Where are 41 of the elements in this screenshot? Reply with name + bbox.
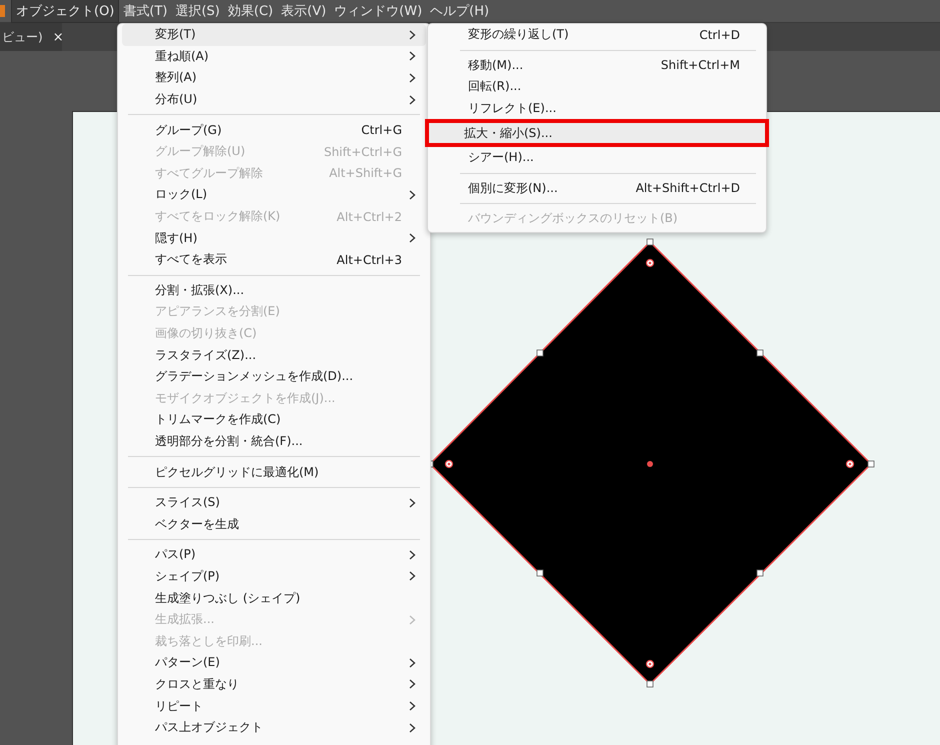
menu-item[interactable]: ラスタライズ(Z)... [122, 344, 426, 366]
menu-item[interactable]: 重ね順(A) [122, 46, 426, 68]
menu-item[interactable]: すべてを表示 Alt+Ctrl+3 [122, 248, 426, 271]
menu-item[interactable]: パターン(E) [122, 652, 426, 674]
menu-item[interactable]: 変形(T) [122, 24, 426, 46]
menu-item[interactable]: シェイプ(P) [122, 566, 426, 588]
menu-item[interactable]: 分割・拡張(X)... [122, 280, 426, 302]
menu-item[interactable]: ピクセルグリッドに最適化(M) [122, 461, 426, 483]
menu-bar-item[interactable]: ウィンドウ(W) [330, 0, 426, 22]
menu-bar-item[interactable]: 選択(S) [171, 0, 224, 22]
menu-item[interactable]: パス(P) [122, 544, 426, 566]
menu-bar-item[interactable]: 表示(V) [277, 0, 330, 22]
menu-item[interactable]: 回転(R)... [432, 76, 762, 98]
document-tab-title: ビュー) [2, 28, 43, 46]
menu-item[interactable]: シアー(H)... [432, 146, 762, 169]
menu-bar-item[interactable]: ヘルプ(H) [426, 0, 494, 22]
menu-item[interactable]: グループ(G) Ctrl+G [122, 119, 426, 141]
menu-item[interactable]: 拡大・縮小(S)... [428, 122, 766, 144]
menu-item[interactable]: パス上オブジェクト [122, 716, 426, 738]
menu-item[interactable]: 分布(U) [122, 88, 426, 110]
close-button[interactable]: × [52, 30, 64, 44]
menu-item[interactable]: 変形の繰り返し(T) Ctrl+D [432, 24, 762, 46]
menu-item[interactable]: ベクターを生成 [122, 513, 426, 536]
menu-item[interactable]: クロスと重なり [122, 674, 426, 696]
menu-item[interactable]: ロック(L) [122, 184, 426, 206]
menu-item[interactable]: 個別に変形(N)... Alt+Shift+Ctrl+D [432, 178, 762, 200]
document-tab[interactable]: ビュー) × [0, 23, 62, 51]
menu-bar-item[interactable]: オブジェクト(O) [11, 0, 120, 23]
menu-item[interactable]: 整列(A) [122, 67, 426, 89]
menu-item[interactable]: グラデーションメッシュを作成(D)... [122, 366, 426, 388]
menu-item[interactable]: リフレクト(E)... [432, 98, 762, 120]
menu-item[interactable]: スライス(S) [122, 492, 426, 514]
menu-bar-item[interactable]: 書式(T) [119, 0, 172, 22]
menu-item[interactable]: トリムマークを作成(C) [122, 409, 426, 431]
menu-item[interactable]: 隠す(H) [122, 227, 426, 249]
menu-item[interactable]: 生成塗りつぶし (シェイプ) [122, 587, 426, 609]
menu-item[interactable]: 透明部分を分割・統合(F)... [122, 430, 426, 452]
menu-item[interactable]: 移動(M)... Shift+Ctrl+M [432, 54, 762, 76]
app-logo-icon [0, 5, 5, 17]
menu-item[interactable]: リピート [122, 695, 426, 717]
menu-bar-item[interactable]: 効果(C) [224, 0, 278, 22]
